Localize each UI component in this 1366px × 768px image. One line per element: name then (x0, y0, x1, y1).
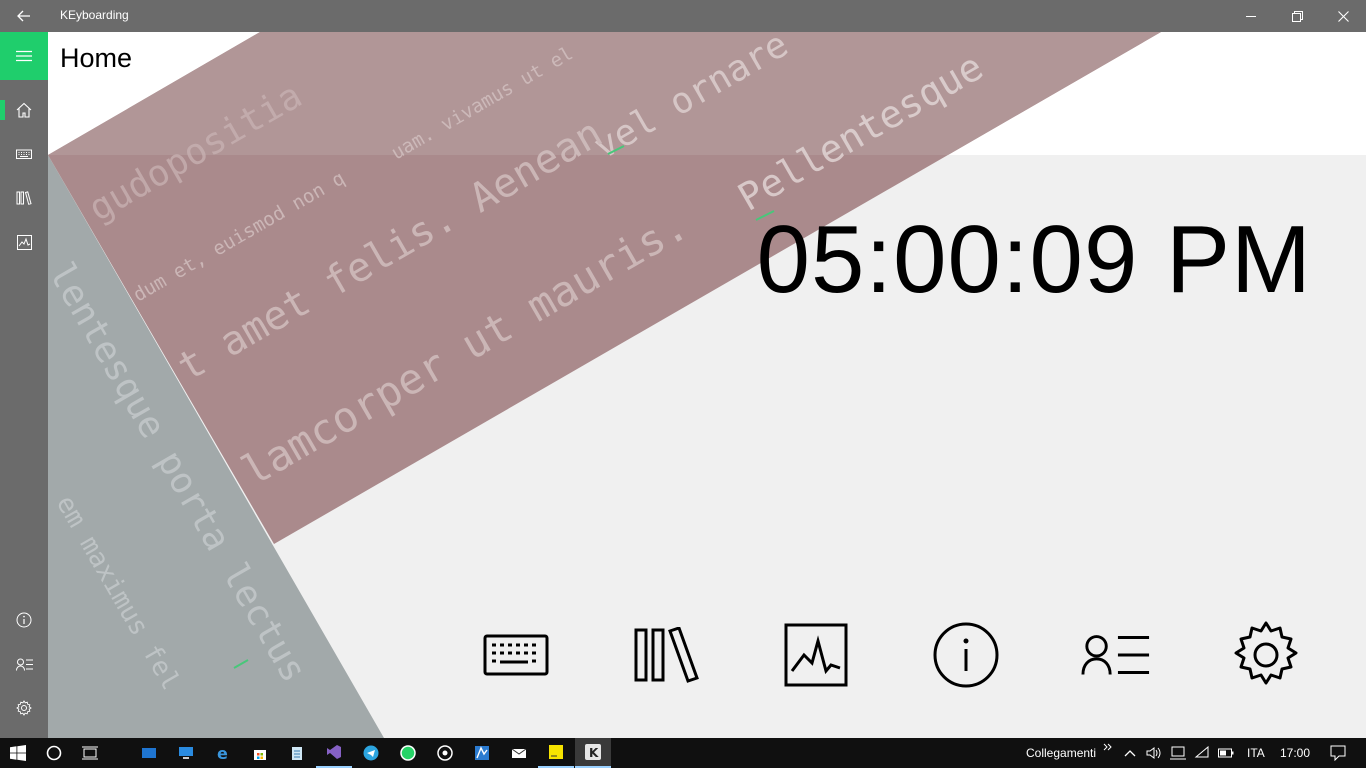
window-title: KEyboarding (60, 8, 129, 22)
nav-item-home[interactable] (0, 88, 48, 132)
title-bar: KEyboarding (0, 0, 1366, 32)
nav-item-library[interactable] (0, 176, 48, 220)
background-art: gudopositia uam. vivamus ut el vel ornar… (48, 32, 1161, 738)
device-button[interactable] (1166, 738, 1190, 768)
monitor-icon (179, 747, 193, 759)
outlook-icon (142, 748, 156, 758)
visual-studio-icon (327, 745, 341, 759)
action-center-button[interactable] (1320, 738, 1356, 768)
keyboarding-app-icon: K (585, 744, 601, 760)
tile-library[interactable] (631, 620, 701, 690)
telegram-icon (363, 745, 379, 761)
contact-list-icon (1081, 635, 1150, 675)
windows-logo-icon (10, 745, 26, 761)
taskbar-app-store[interactable] (242, 738, 278, 768)
taskbar-app-desktop[interactable] (168, 738, 204, 768)
close-button[interactable] (1320, 0, 1366, 32)
keyboard-icon (483, 634, 549, 676)
network-button[interactable] (1190, 738, 1214, 768)
restore-icon (1291, 10, 1303, 22)
taskbar-app-media[interactable] (427, 738, 463, 768)
media-icon (437, 745, 453, 761)
tile-keyboard[interactable] (481, 620, 551, 690)
whatsapp-icon (400, 745, 416, 761)
tile-statistics[interactable] (781, 620, 851, 690)
links-expand-button[interactable] (1098, 732, 1118, 762)
taskbar-app-keyboarding[interactable]: K (575, 738, 611, 768)
language-indicator[interactable]: ITA (1247, 746, 1265, 760)
navigation-rail (0, 32, 48, 738)
minimize-icon (1246, 16, 1256, 17)
taskbar: e K Collegamenti ITA 17:00 (0, 738, 1366, 768)
taskbar-clock[interactable]: 17:00 (1280, 746, 1310, 760)
sticky-notes-icon (549, 745, 563, 759)
chevron-up-icon (1124, 750, 1136, 757)
taskbar-app-whatsapp[interactable] (390, 738, 426, 768)
gear-icon (1234, 621, 1298, 685)
hamburger-icon (16, 50, 32, 62)
edge-icon: e (217, 745, 228, 761)
cortana-icon (46, 745, 62, 761)
taskbar-app-sticky-notes[interactable] (538, 738, 574, 768)
nav-item-account[interactable] (0, 642, 48, 686)
back-button[interactable] (0, 0, 48, 32)
tile-account[interactable] (1081, 620, 1151, 690)
library-icon (634, 627, 699, 683)
svg-text:K: K (589, 746, 599, 760)
nav-item-settings[interactable] (0, 686, 48, 730)
chart-icon (784, 623, 848, 687)
links-toolbar-label[interactable]: Collegamenti (1026, 746, 1096, 760)
volume-button[interactable] (1142, 738, 1166, 768)
taskbar-app-mail[interactable] (501, 738, 537, 768)
taskbar-app-telegram[interactable] (353, 738, 389, 768)
back-arrow-icon (17, 10, 30, 22)
volume-icon (1146, 747, 1161, 759)
tile-info[interactable] (931, 620, 1001, 690)
tile-settings[interactable] (1231, 620, 1301, 690)
gear-icon (16, 700, 32, 716)
nav-item-info[interactable] (0, 598, 48, 642)
search-button[interactable] (36, 738, 72, 768)
page-title: Home (60, 43, 133, 73)
library-icon (16, 191, 32, 205)
battery-button[interactable] (1214, 738, 1238, 768)
show-hidden-icons-button[interactable] (1118, 738, 1142, 768)
device-icon (1170, 746, 1186, 760)
mail-icon (511, 748, 527, 758)
contact-list-icon (15, 658, 33, 671)
taskbar-app-outlook[interactable] (131, 738, 167, 768)
store-icon (254, 750, 266, 760)
chevron-double-right-icon (1103, 743, 1112, 751)
task-view-icon (82, 746, 98, 760)
info-icon (933, 622, 999, 688)
notepad-icon (292, 747, 302, 760)
nav-item-keyboard[interactable] (0, 132, 48, 176)
chart-icon (16, 234, 32, 250)
keyboard-icon (16, 149, 32, 159)
minimize-button[interactable] (1228, 0, 1274, 32)
taskbar-app-visual-studio[interactable] (316, 738, 352, 768)
taskbar-app-notepad[interactable] (279, 738, 315, 768)
nav-item-statistics[interactable] (0, 220, 48, 264)
taskbar-app-edge[interactable]: e (205, 738, 241, 768)
info-icon (16, 612, 32, 628)
start-button[interactable] (0, 738, 36, 768)
home-icon (16, 102, 32, 118)
battery-icon (1218, 748, 1234, 758)
main-content: gudopositia uam. vivamus ut el vel ornar… (48, 32, 1366, 738)
wifi-icon (1194, 746, 1209, 758)
clock-display: 05:00:09 PM (756, 206, 1312, 313)
task-view-button[interactable] (72, 738, 108, 768)
restore-button[interactable] (1274, 0, 1320, 32)
taskbar-app-maps[interactable] (464, 738, 500, 768)
hamburger-menu-button[interactable] (0, 32, 48, 80)
svg-text:e: e (217, 745, 228, 761)
notifications-icon (1330, 745, 1346, 761)
close-icon (1337, 10, 1349, 22)
maps-icon (475, 746, 489, 760)
